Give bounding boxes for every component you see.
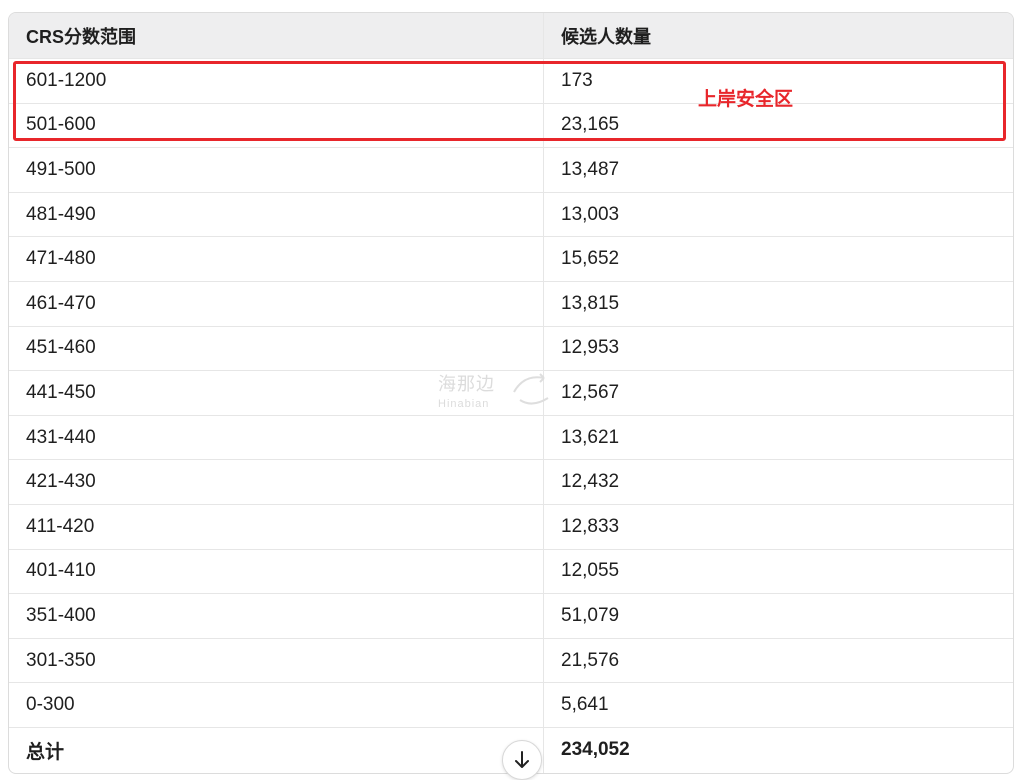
table-row: 601-1200 173 bbox=[9, 59, 1013, 104]
table-row: 0-300 5,641 bbox=[9, 683, 1013, 728]
candidate-count-cell: 5,641 bbox=[561, 694, 609, 716]
crs-range-cell: 471-480 bbox=[9, 237, 544, 281]
crs-range-cell: 441-450 bbox=[9, 371, 544, 415]
scroll-down-button[interactable] bbox=[502, 740, 542, 780]
total-value: 234,052 bbox=[561, 739, 630, 761]
table-row: 481-490 13,003 bbox=[9, 192, 1013, 238]
candidate-count-cell: 13,487 bbox=[561, 158, 620, 180]
crs-range-cell: 481-490 bbox=[9, 192, 544, 237]
crs-range-cell: 0-300 bbox=[9, 683, 544, 727]
crs-range-cell: 491-500 bbox=[9, 148, 544, 192]
crs-range-cell: 401-410 bbox=[9, 549, 544, 594]
table-row: 301-350 21,576 bbox=[9, 638, 1013, 684]
table-row: 351-400 51,079 bbox=[9, 594, 1013, 639]
crs-range-cell: 601-1200 bbox=[9, 59, 544, 103]
table-row: 421-430 12,432 bbox=[9, 460, 1013, 505]
crs-range-cell: 461-470 bbox=[9, 281, 544, 326]
data-table: CRS分数范围 候选人数量 601-1200 173 501-600 23,16… bbox=[8, 12, 1014, 774]
candidate-count-cell: 12,953 bbox=[561, 337, 620, 359]
table-row: 491-500 13,487 bbox=[9, 148, 1013, 193]
table-row: 471-480 15,652 bbox=[9, 237, 1013, 282]
candidate-count-cell: 13,003 bbox=[561, 203, 620, 225]
table-row: 411-420 12,833 bbox=[9, 504, 1013, 550]
candidate-count-cell: 13,815 bbox=[561, 292, 620, 314]
crs-range-cell: 421-430 bbox=[9, 460, 544, 504]
crs-range-cell: 301-350 bbox=[9, 638, 544, 683]
candidate-count-cell: 13,621 bbox=[561, 426, 620, 448]
table-row: 451-460 12,953 bbox=[9, 326, 1013, 372]
table-row: 441-450 12,567 bbox=[9, 371, 1013, 416]
table-row: 401-410 12,055 bbox=[9, 549, 1013, 595]
crs-range-cell: 351-400 bbox=[9, 594, 544, 638]
table-row: 461-470 13,815 bbox=[9, 281, 1013, 327]
candidate-count-cell: 51,079 bbox=[561, 604, 620, 626]
table-row: 431-440 13,621 bbox=[9, 415, 1013, 461]
header-crs-range: CRS分数范围 bbox=[9, 13, 544, 58]
total-label: 总计 bbox=[9, 727, 544, 773]
crs-range-cell: 501-600 bbox=[9, 103, 544, 148]
header-candidate-count: 候选人数量 bbox=[561, 26, 651, 47]
table-row: 501-600 23,165 bbox=[9, 103, 1013, 149]
crs-range-cell: 451-460 bbox=[9, 326, 544, 371]
candidate-count-cell: 21,576 bbox=[561, 649, 620, 671]
candidate-count-cell: 12,432 bbox=[561, 471, 620, 493]
candidate-count-cell: 12,055 bbox=[561, 560, 620, 582]
arrow-down-icon bbox=[515, 751, 529, 768]
candidate-count-cell: 12,567 bbox=[561, 381, 620, 403]
crs-range-cell: 431-440 bbox=[9, 415, 544, 460]
table-header: CRS分数范围 候选人数量 bbox=[9, 13, 1013, 59]
candidate-count-cell: 15,652 bbox=[561, 248, 620, 270]
candidate-count-cell: 12,833 bbox=[561, 515, 620, 537]
highlight-label: 上岸安全区 bbox=[698, 89, 794, 110]
crs-range-cell: 411-420 bbox=[9, 504, 544, 549]
